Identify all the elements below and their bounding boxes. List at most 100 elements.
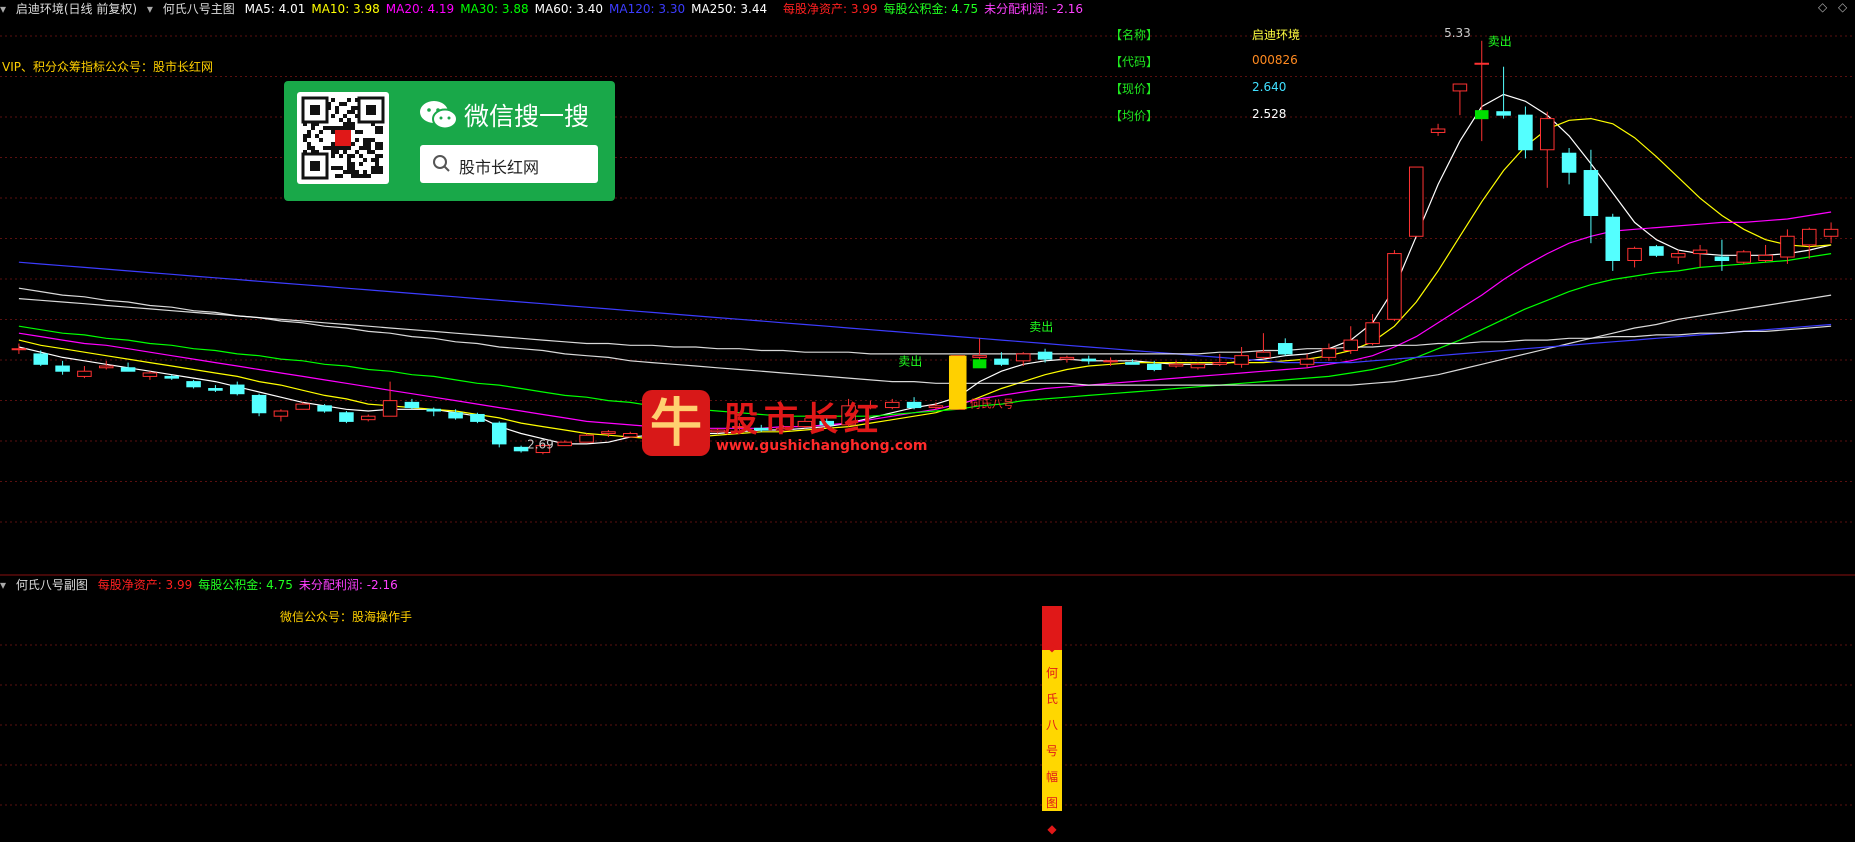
info-key: 【名称】 xyxy=(1110,28,1159,42)
candle-body xyxy=(1474,62,1490,65)
annotation-label: 2.69 xyxy=(527,438,554,452)
candle-body xyxy=(55,365,70,372)
candle-body xyxy=(1452,83,1468,92)
expand-icon[interactable]: ◇ xyxy=(1838,0,1847,14)
sell-box xyxy=(972,359,987,369)
candle-body xyxy=(1780,235,1795,258)
candle-body xyxy=(1627,247,1642,261)
main-chart: 何氏八号卖出卖出卖出5.332.69 xyxy=(0,26,1855,806)
vip-note: VIP、积分众筹指标公众号：股市长红网 xyxy=(2,60,213,74)
chevron-down-icon[interactable]: ▾ xyxy=(147,2,153,16)
fin-legend-item: 每股公积金: 4.75 xyxy=(883,2,979,16)
candle-body xyxy=(994,358,1009,365)
info-row: 【均价】 2.528 xyxy=(1110,107,1410,134)
sub-vertical-char: 八 xyxy=(1045,718,1058,732)
candle-body xyxy=(1059,356,1075,360)
candle-body xyxy=(513,446,529,452)
candle-body xyxy=(295,403,311,410)
sub-vertical-char: 氏 xyxy=(1045,692,1058,706)
candle-body xyxy=(1670,253,1686,258)
candle-body xyxy=(1015,353,1031,362)
info-row: 【代码】 000826 xyxy=(1110,53,1410,80)
info-value: 启迪环境 xyxy=(1252,28,1301,42)
candle-body xyxy=(426,408,442,412)
chart-stage: 何氏八号 卖出 卖出 卖出 5.33 2.69 ▾ 启迪环境(日线 前复权) ▾ 何氏八号… xyxy=(0,0,1855,836)
candle-body xyxy=(404,401,420,409)
info-value: 2.528 xyxy=(1252,107,1287,121)
candle-body xyxy=(622,433,638,438)
chevron-down-icon[interactable]: ▾ xyxy=(0,578,6,592)
fin-legend: 每股净资产: 3.99 每股公积金: 4.75 未分配利润: -2.16 xyxy=(783,2,1089,16)
candle-body xyxy=(1605,216,1621,261)
annotation-label: 卖出 xyxy=(1488,34,1512,48)
candle-body xyxy=(1561,152,1577,173)
candle-body xyxy=(1430,128,1446,133)
ma60-line xyxy=(18,287,1832,386)
candle-body xyxy=(273,410,289,417)
watermark-name: 股市长红 xyxy=(724,400,884,440)
candle-body xyxy=(1037,351,1053,360)
candle-body xyxy=(1649,246,1664,256)
candle-body xyxy=(77,370,92,377)
candle-body xyxy=(1365,322,1380,345)
candle-body xyxy=(1256,351,1271,358)
candle-body xyxy=(164,375,180,379)
candle-body xyxy=(1125,362,1140,365)
candle-body xyxy=(208,388,223,391)
candle-body xyxy=(470,413,485,422)
candle-body xyxy=(229,384,245,395)
candle-body xyxy=(1190,363,1206,369)
candle-body xyxy=(1801,228,1817,246)
info-key: 【代码】 xyxy=(1110,55,1159,69)
candle-body xyxy=(1299,358,1315,365)
candle-body xyxy=(557,441,573,447)
candle-body xyxy=(360,415,376,421)
candle-body xyxy=(1103,360,1118,363)
candle-body xyxy=(1692,249,1708,255)
ma-legend-item: MA5: 4.01 xyxy=(244,2,306,16)
sub-fin-legend-item: 每股公积金: 4.75 xyxy=(198,578,293,592)
candle-body xyxy=(142,372,158,377)
candle-body xyxy=(11,348,27,351)
sub-fin-legend-item: 每股净资产: 3.99 xyxy=(97,578,193,592)
ma-legend-item: MA250: 3.44 xyxy=(691,2,768,16)
ma30-line xyxy=(18,253,1832,417)
sell-box xyxy=(1474,110,1489,120)
candle-body xyxy=(928,405,944,409)
candle-body xyxy=(382,400,398,417)
indicator-name: 何氏八号主图 xyxy=(162,2,235,16)
sub-fin-legend-item: 未分配利润: -2.16 xyxy=(298,578,398,592)
info-panel: 【名称】 启迪环境 【代码】 000826 【现价】 2.640 【均价】 2.528 xyxy=(1110,26,1410,134)
ma-legend-item: MA10: 3.98 xyxy=(311,2,380,16)
watermark-url: www.gushichanghong.com xyxy=(716,438,928,454)
chevron-down-icon[interactable]: ▾ xyxy=(0,2,6,16)
info-key: 【现价】 xyxy=(1110,82,1159,96)
annotation-label: 卖出 xyxy=(1029,320,1053,334)
candle-body xyxy=(579,434,594,443)
candle-body xyxy=(1234,355,1249,365)
sub-vertical-char: 图 xyxy=(1045,796,1058,810)
candle-body xyxy=(1277,343,1293,355)
search-icon xyxy=(433,155,450,172)
candle-body xyxy=(601,431,616,435)
sub-fin-legend: 每股净资产: 3.99 每股公积金: 4.75 未分配利润: -2.16 xyxy=(98,578,404,592)
candle-body xyxy=(120,367,136,372)
bull-logo-icon: 牛 xyxy=(642,390,710,456)
info-key: 【均价】 xyxy=(1110,109,1159,123)
candle-body xyxy=(1496,111,1511,116)
collapse-icon[interactable]: ◇ xyxy=(1818,0,1827,14)
ma-legend-item: MA20: 4.19 xyxy=(385,2,455,16)
candle-body xyxy=(1539,118,1555,151)
candle-body xyxy=(1168,363,1184,367)
annotation-label: 5.33 xyxy=(1444,26,1471,40)
wechat-box[interactable]: 微信搜一搜 股市长红网 xyxy=(284,81,615,201)
sub-vertical-char: 何 xyxy=(1045,666,1058,680)
candle-body xyxy=(972,355,987,358)
ma-legend-item: MA60: 3.40 xyxy=(534,2,604,16)
info-row: 【名称】 启迪环境 xyxy=(1110,26,1410,53)
candle-body xyxy=(317,405,332,412)
search-text: 股市长红网 xyxy=(459,158,540,177)
search-input[interactable]: 股市长红网 xyxy=(420,145,598,183)
candle-body xyxy=(1736,251,1752,263)
candle-body xyxy=(1583,170,1599,217)
